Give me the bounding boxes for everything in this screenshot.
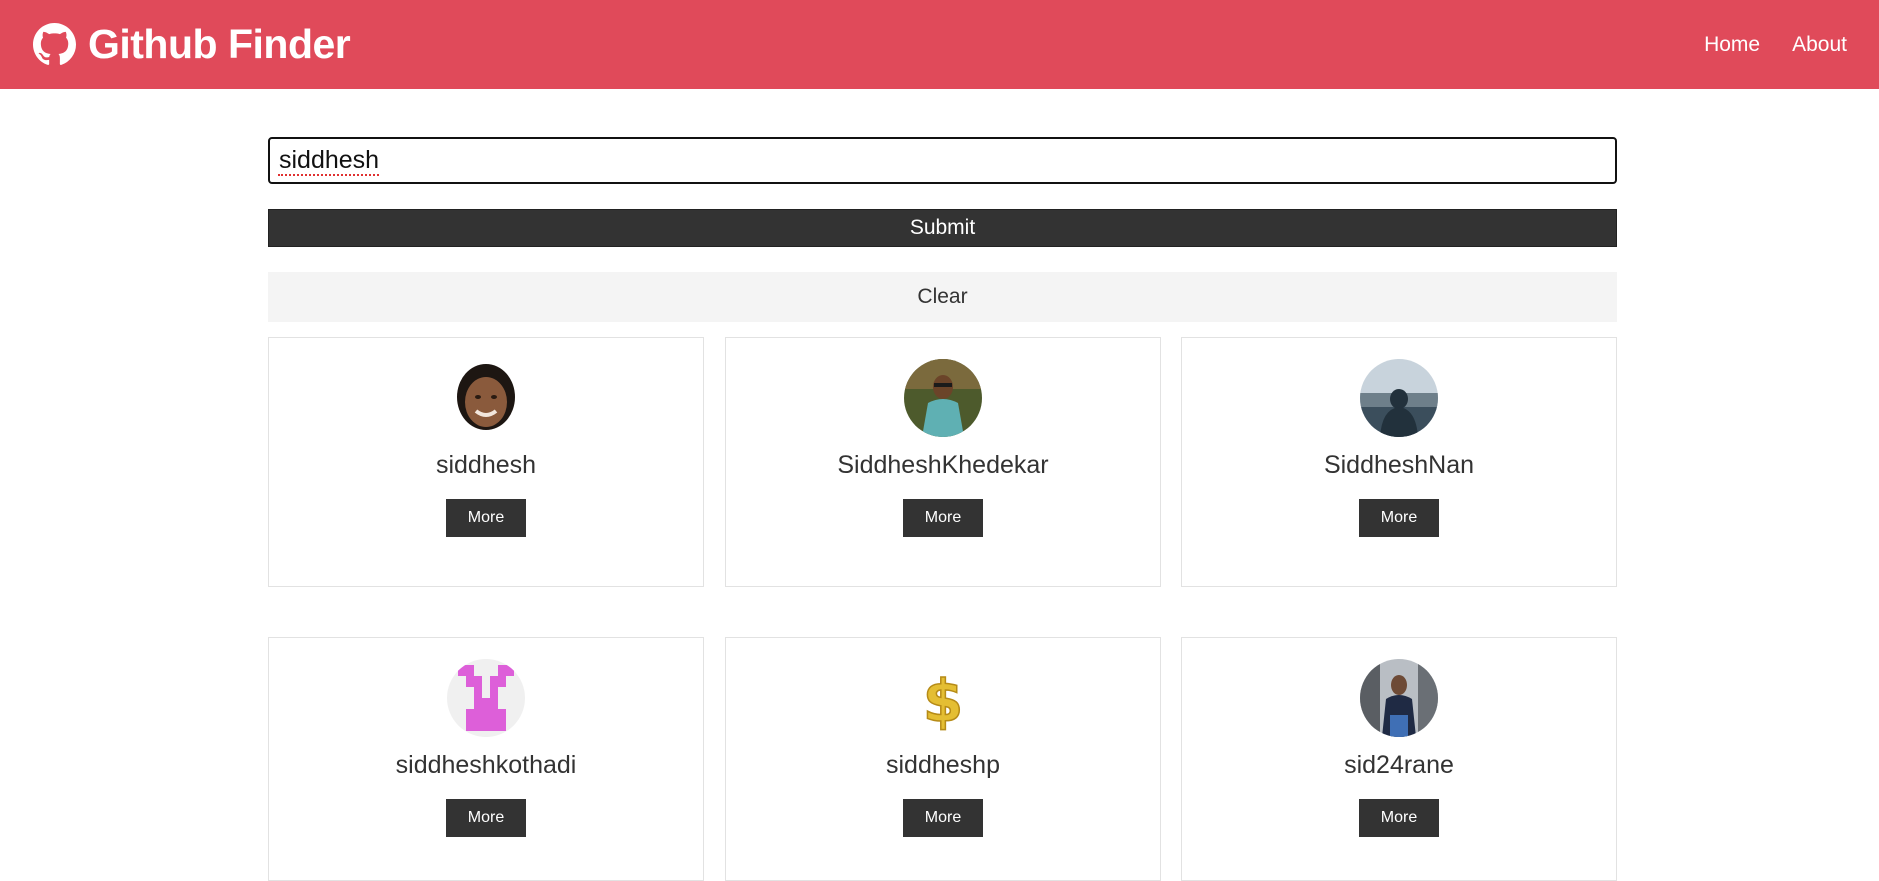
user-login: sid24rane	[1344, 751, 1454, 779]
app-title: Github Finder	[88, 21, 351, 67]
user-card: SiddheshKhedekar More	[725, 337, 1161, 587]
user-login: siddhesh	[435, 451, 537, 479]
user-login: siddheshkothadi	[395, 751, 577, 779]
more-button[interactable]: More	[903, 499, 983, 537]
avatar	[904, 359, 982, 437]
user-card: siddhesh More	[268, 337, 704, 587]
clear-button[interactable]: Clear	[268, 272, 1617, 322]
avatar	[1360, 359, 1438, 437]
more-button[interactable]: More	[1359, 799, 1439, 837]
user-card: SiddheshNan More	[1181, 337, 1617, 587]
more-button[interactable]: More	[446, 799, 526, 837]
user-card: siddheshkothadi More	[268, 637, 704, 881]
user-card: sid24rane More	[1181, 637, 1617, 881]
brand[interactable]: Github Finder	[33, 21, 351, 68]
svg-text:$: $	[923, 667, 963, 735]
more-button[interactable]: More	[903, 799, 983, 837]
user-login: siddheshp	[886, 751, 1000, 779]
nav-link-home[interactable]: Home	[1704, 33, 1760, 57]
more-button[interactable]: More	[1359, 499, 1439, 537]
more-button[interactable]: More	[446, 499, 526, 537]
avatar	[1360, 659, 1438, 737]
avatar	[447, 659, 525, 737]
spellcheck-underline	[278, 172, 379, 176]
github-icon	[33, 23, 76, 65]
search-input[interactable]	[268, 137, 1617, 184]
user-login: SiddheshKhedekar	[837, 451, 1049, 479]
navbar: Github Finder Home About	[0, 0, 1879, 89]
nav-link-about[interactable]: About	[1792, 33, 1847, 57]
submit-button[interactable]: Submit	[268, 209, 1617, 247]
avatar: $	[904, 659, 982, 737]
avatar	[447, 359, 525, 437]
nav-links: Home About	[1704, 33, 1847, 57]
user-card: $ siddheshp More	[725, 637, 1161, 881]
user-login: SiddheshNan	[1323, 451, 1475, 479]
